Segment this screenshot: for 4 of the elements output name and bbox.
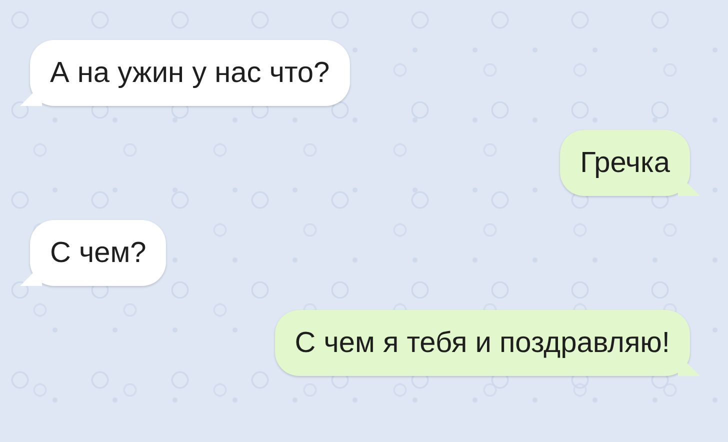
- message-bubble: Гречка: [560, 130, 700, 196]
- message-bubble: А на ужин у нас что?: [20, 40, 350, 106]
- message-bubble: С чем я тебя и поздравляю!: [274, 310, 700, 376]
- message-bubble: С чем?: [20, 220, 166, 286]
